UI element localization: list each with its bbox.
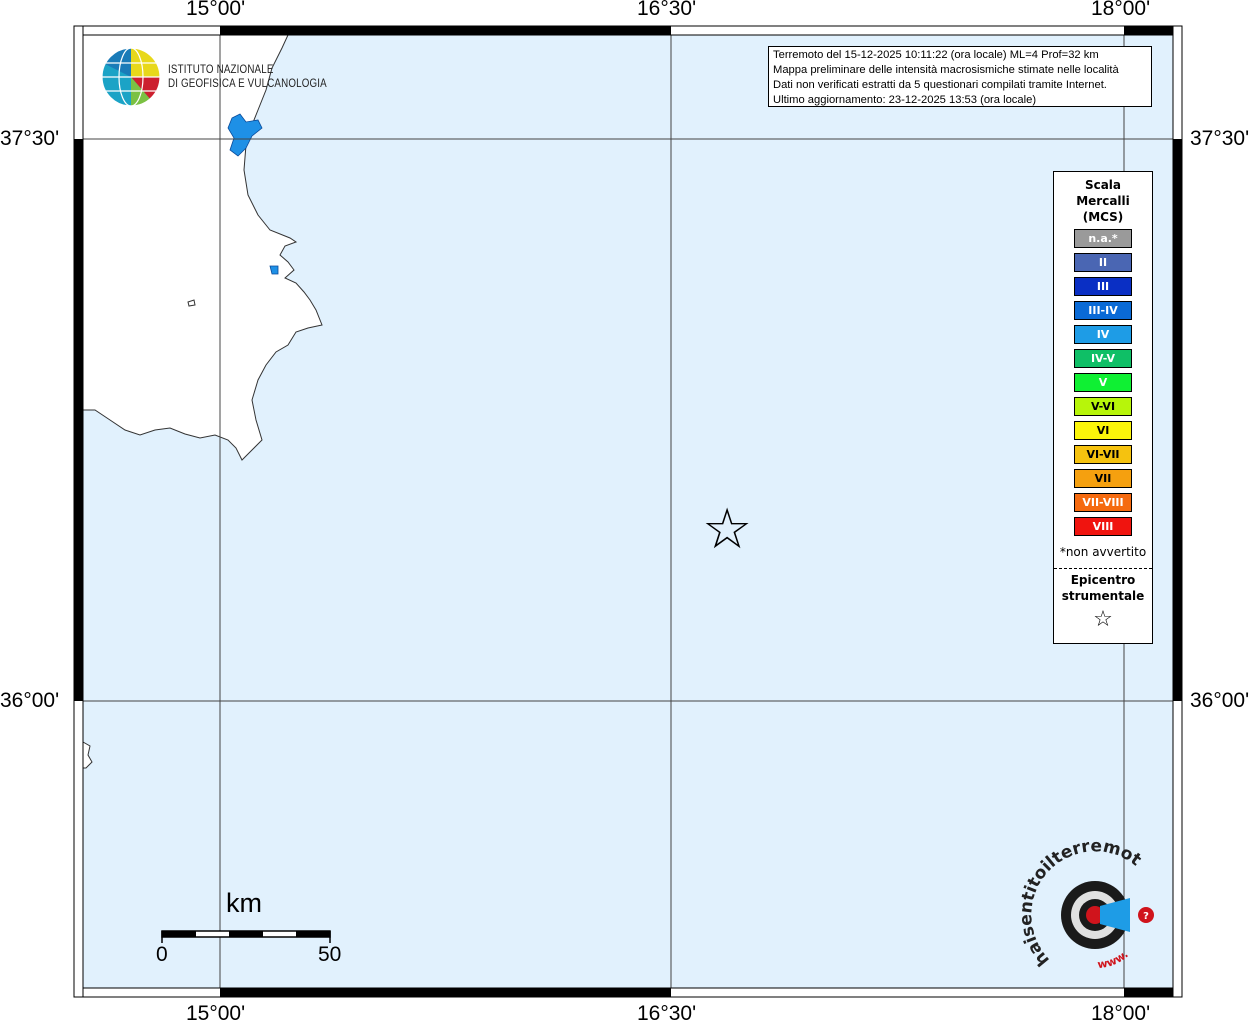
scale-start: 0 <box>156 943 168 966</box>
legend-chip-vi-vii: VI-VII <box>1074 445 1132 464</box>
lat-label-right-2: 36°00' <box>1190 689 1250 712</box>
earthquake-info-box: Terremoto del 15-12-2025 10:11:22 (ora l… <box>768 46 1152 107</box>
epicenter-star-icon: ☆ <box>702 497 753 562</box>
legend-chip-vii-viii: VII-VIII <box>1074 493 1132 512</box>
lon-label-bottom-2: 16°30' <box>637 1002 697 1025</box>
legend-chip-vi: VI <box>1074 421 1132 440</box>
scale-end: 50 <box>318 943 342 966</box>
star-icon: ☆ <box>1093 607 1113 632</box>
legend-chip-viii: VIII <box>1074 517 1132 536</box>
legend-chip-ii: II <box>1074 253 1132 272</box>
institute-name-line1: ISTITUTO NAZIONALE <box>168 64 274 76</box>
legend-chip-n-a-: n.a.* <box>1074 229 1132 248</box>
legend-epicenter-line2: strumentale <box>1061 589 1145 603</box>
institute-name-line2: DI GEOFISICA E VULCANOLOGIA <box>168 78 327 90</box>
legend-divider <box>1054 568 1152 569</box>
legend-epicenter-label: Epicentro strumentale <box>1054 572 1152 604</box>
scale-unit: km <box>226 888 262 918</box>
legend-chip-iii: III <box>1074 277 1132 296</box>
legend-chip-v: V <box>1074 373 1132 392</box>
lon-label-bottom-3: 18°00' <box>1091 1002 1151 1025</box>
legend-note: *non avvertito <box>1059 545 1147 559</box>
lon-label-top-3: 18°00' <box>1091 0 1151 20</box>
legend-chip-iii-iv: III-IV <box>1074 301 1132 320</box>
legend-chip-iv: IV <box>1074 325 1132 344</box>
lat-label-left-1: 37°30' <box>0 127 60 150</box>
sea-area <box>83 35 1173 988</box>
institute-name: ISTITUTO NAZIONALE DI GEOFISICA E VULCAN… <box>168 63 327 91</box>
legend-title-line3: (MCS) <box>1082 210 1124 224</box>
info-line-source: Dati non verificati estratti da 5 questi… <box>773 79 1107 91</box>
info-line-updated: Ultimo aggiornamento: 23-12-2025 13:53 (… <box>773 94 1037 106</box>
info-line-description: Mappa preliminare delle intensità macros… <box>773 64 1119 76</box>
lon-label-bottom-1: 15°00' <box>186 1002 246 1025</box>
lat-label-left-2: 36°00' <box>0 689 60 712</box>
legend-title-line1: Scala <box>1084 178 1122 192</box>
legend-title: Scala Mercalli (MCS) <box>1054 177 1152 225</box>
legend-epicenter-line1: Epicentro <box>1070 573 1136 587</box>
legend-chip-v-vi: V-VI <box>1074 397 1132 416</box>
legend-chip-iv-v: IV-V <box>1074 349 1132 368</box>
ingv-logo-globe <box>101 47 161 107</box>
info-line-event: Terremoto del 15-12-2025 10:11:22 (ora l… <box>773 49 1099 61</box>
lon-label-top-2: 16°30' <box>637 0 697 20</box>
legend-chip-vii: VII <box>1074 469 1132 488</box>
lat-label-right-1: 37°30' <box>1190 127 1250 150</box>
legend-title-line2: Mercalli <box>1076 194 1130 208</box>
svg-text:?: ? <box>1143 911 1149 922</box>
lon-label-top-1: 15°00' <box>186 0 246 20</box>
intensity-legend: Scala Mercalli (MCS) n.a.* II III III-IV IV I… <box>1053 171 1153 644</box>
